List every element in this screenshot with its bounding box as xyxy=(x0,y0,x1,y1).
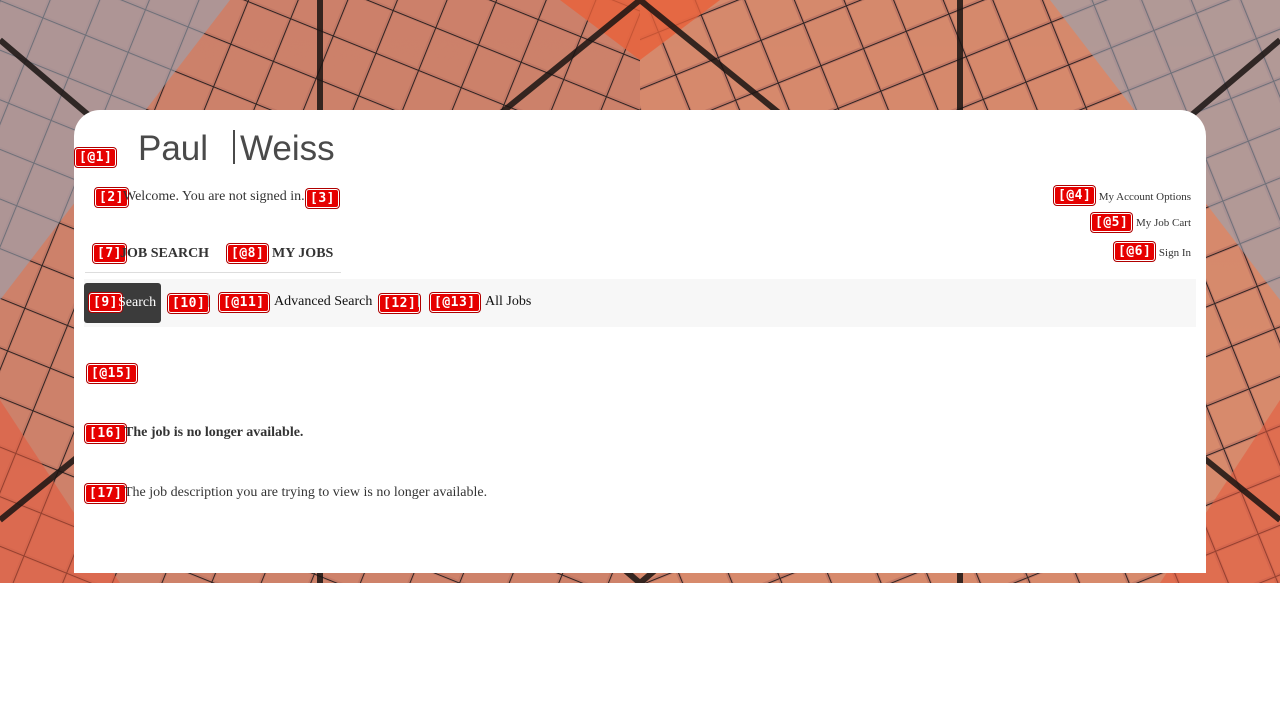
search-tab-label: Search xyxy=(118,295,157,310)
main-nav: [7] JOB SEARCH [@8] MY JOBS xyxy=(85,236,341,273)
nav-my-jobs[interactable]: MY JOBS xyxy=(272,246,333,262)
main-card: [@1] Paul Weiss [2] Welcome. You are not… xyxy=(74,110,1206,573)
marker-label: [@6] xyxy=(1114,242,1156,261)
paul-weiss-logo[interactable]: Paul Weiss xyxy=(138,129,368,168)
separator xyxy=(208,293,209,307)
job-unavailable-description: The job description you are trying to vi… xyxy=(124,485,488,500)
marker-label: [17] xyxy=(85,484,127,503)
logo-text-left: Paul xyxy=(138,130,208,164)
marker-label: [@1] xyxy=(75,148,117,167)
my-account-options-link[interactable]: My Account Options xyxy=(1099,191,1191,203)
sign-in-link[interactable]: Sign In xyxy=(1159,247,1191,259)
marker-label: [16] xyxy=(85,424,127,443)
logo-text-right: Weiss xyxy=(240,130,335,164)
marker-label[interactable]: [12] xyxy=(379,294,421,313)
job-unavailable-title: The job is no longer available. xyxy=(124,425,304,440)
nav-job-search[interactable]: JOB SEARCH xyxy=(120,246,209,262)
advanced-search-link[interactable]: Advanced Search xyxy=(274,294,372,310)
marker-label: [@4] xyxy=(1054,186,1096,205)
marker-label: [@11] xyxy=(219,293,269,312)
all-jobs-link[interactable]: All Jobs xyxy=(485,294,531,310)
marker-label: [@13] xyxy=(430,293,480,312)
marker-label: [@5] xyxy=(1091,213,1133,232)
my-job-cart-link[interactable]: My Job Cart xyxy=(1136,217,1191,229)
marker-label[interactable]: [10] xyxy=(168,294,210,313)
marker-label[interactable]: [@15] xyxy=(87,364,137,383)
search-tab-button[interactable]: [9] Search xyxy=(84,283,161,323)
marker-label: [@8] xyxy=(227,244,269,263)
welcome-text: Welcome. You are not signed in. xyxy=(123,189,305,204)
sub-navigation-bar: [9] Search [10] [@11] Advanced Search [1… xyxy=(84,279,1196,327)
separator xyxy=(418,293,419,307)
marker-label[interactable]: [3] xyxy=(306,189,339,208)
